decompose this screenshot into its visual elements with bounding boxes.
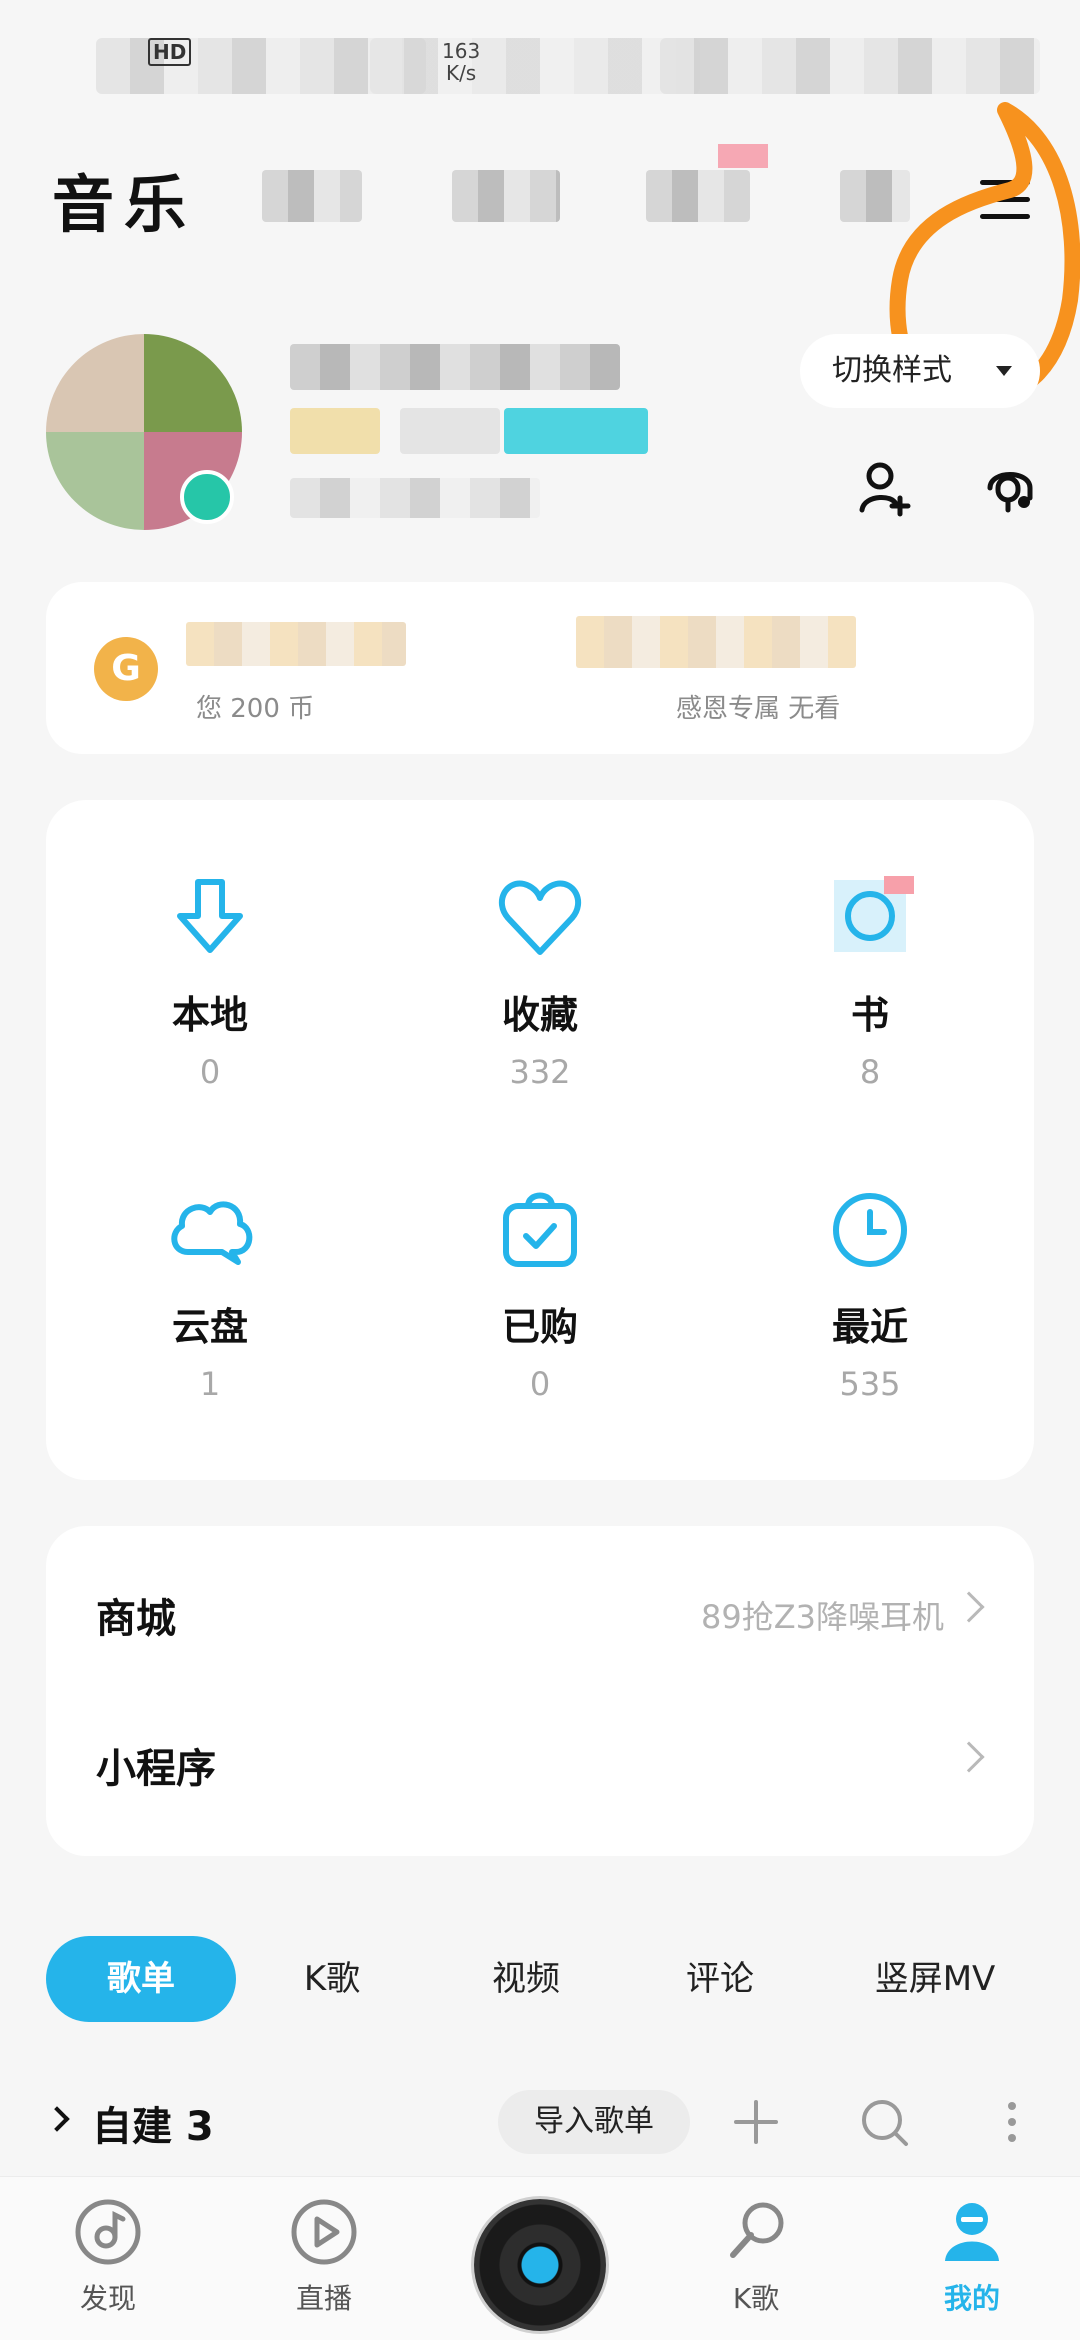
grid-label: 云盘 [171,1305,248,1349]
page-title[interactable]: 音乐 [52,154,196,244]
chevron-right-icon [953,1741,985,1773]
tab-playlists[interactable]: 歌单 [46,1936,236,2022]
vip-subtitle-text: 感恩专属 无看 [676,694,841,724]
add-icon[interactable] [728,2094,784,2150]
profile-section: 切换样式 [0,320,1080,550]
grid-item-purchased[interactable]: 已购 0 [390,1182,690,1442]
nav-tab-obscured[interactable] [452,170,560,222]
grid-count: 0 [199,1053,221,1091]
network-speed: 163 K/s [442,40,480,84]
grid-count: 0 [529,1365,551,1403]
network-speed-unit: K/s [445,61,477,85]
grid-label: 最近 [831,1305,908,1349]
level-badge-blurred [400,408,500,454]
microphone-icon [730,2202,784,2258]
switch-style-button[interactable]: 切换样式 [800,334,1040,408]
grid-item-favorites[interactable]: 收藏 332 [390,870,690,1130]
nav-karaoke[interactable]: K歌 [696,2197,816,2317]
tab-video[interactable]: 视频 [456,1936,596,2022]
audiobook-icon [834,876,914,952]
nav-tab-obscured[interactable] [262,170,362,222]
grid-count: 1 [199,1365,221,1403]
tab-comments[interactable]: 评论 [650,1936,790,2022]
add-friend-icon[interactable] [856,458,916,518]
switch-style-label: 切换样式 [832,353,952,388]
tab-karaoke[interactable]: K歌 [262,1936,402,2022]
clock-icon [833,1193,907,1267]
bottom-nav: 发现 直播 K歌 我的 [0,2176,1080,2340]
services-list: 商城 89抢Z3降噪耳机 小程序 [46,1526,1034,1856]
cloud-icon [171,1201,253,1265]
shop-row[interactable]: 商城 89抢Z3降噪耳机 [46,1536,1034,1686]
profile-stats-blurred [290,478,540,518]
nav-mine[interactable]: 我的 [912,2197,1032,2317]
nav-label: 我的 [943,2282,1000,2315]
nav-discover[interactable]: 发现 [48,2197,168,2317]
grid-label: 书 [850,993,889,1037]
listen-badge-blurred [504,408,648,454]
miniapp-row[interactable]: 小程序 [46,1686,1034,1836]
grid-label: 收藏 [501,993,578,1037]
hd-indicator: HD [148,38,192,66]
now-playing-disc[interactable] [474,2199,606,2331]
grid-count: 8 [859,1053,881,1091]
status-bar-blur [370,38,700,94]
status-bar: HD 163 K/s [0,0,1080,110]
grid-label: 本地 [171,993,248,1037]
discover-icon [75,2199,141,2265]
quick-access-grid: 本地 0 收藏 332 书 8 云盘 1 已购 0 最近 535 [46,800,1034,1480]
nav-label: K歌 [732,2282,780,2315]
graduate-badge-icon [180,470,234,524]
username-blurred [290,344,620,390]
more-vertical-icon[interactable] [984,2094,1040,2150]
nav-tab-obscured[interactable] [646,170,750,222]
playlist-title[interactable]: 自建 3 [92,2094,214,2152]
import-playlist-button[interactable]: 导入歌单 [498,2090,690,2154]
search-icon[interactable] [856,2094,912,2150]
heart-icon [498,880,582,955]
nav-live[interactable]: 直播 [264,2197,384,2317]
shop-label: 商城 [96,1596,176,1642]
vip-title-blurred [576,616,856,668]
vip-badge-blurred [290,408,380,454]
grid-count: 332 [509,1053,571,1091]
notification-dot [718,144,768,168]
tab-vertical-mv[interactable]: 竖屏MV [840,1936,1030,2022]
coin-balance-text: 您 200 币 [196,694,315,724]
grid-item-cloud[interactable]: 云盘 1 [60,1182,360,1442]
playlist-header: 自建 3 导入歌单 [0,2088,1080,2158]
grid-label: 已购 [501,1305,578,1349]
nav-label: 直播 [295,2282,352,2315]
grid-count: 535 [839,1365,901,1403]
grid-item-recent[interactable]: 最近 535 [720,1182,1020,1442]
purchased-bag-icon [503,1192,577,1267]
miniapp-label: 小程序 [96,1746,216,1792]
chevron-right-icon[interactable] [44,2106,70,2132]
headset-mic-icon[interactable] [980,458,1040,518]
nav-label: 发现 [79,2282,136,2315]
network-speed-value: 163 [442,39,481,63]
coin-icon: G [94,637,158,701]
profile-icon [945,2203,999,2261]
shop-promo: 89抢Z3降噪耳机 [700,1598,944,1636]
grid-item-local[interactable]: 本地 0 [60,870,360,1130]
caret-down-icon [996,366,1012,376]
grid-item-audiobook[interactable]: 书 8 [720,870,1020,1130]
content-tabs: 歌单 K歌 视频 评论 竖屏MV [0,1936,1080,2022]
chevron-right-icon [953,1591,985,1623]
play-circle-icon [291,2199,357,2265]
coin-title-blurred [186,622,406,666]
vip-card[interactable]: G 您 200 币 感恩专属 无看 [46,582,1034,754]
download-icon [177,879,243,953]
status-bar-blur [660,38,1040,94]
